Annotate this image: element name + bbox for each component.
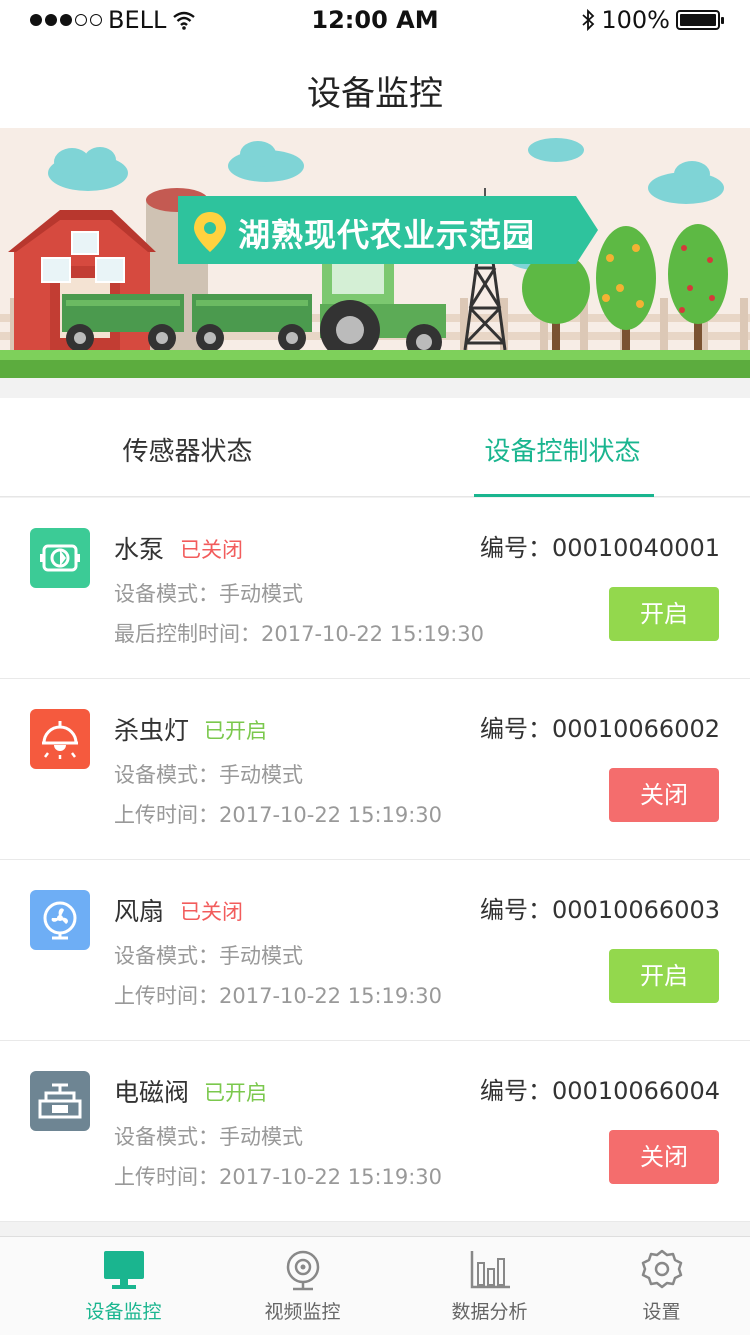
device-number: 编号：00010040001 xyxy=(480,534,720,562)
nav-bar: 设备监控 xyxy=(0,40,750,128)
device-mode: 设备模式：手动模式 xyxy=(114,582,303,606)
webcam-icon xyxy=(286,1250,319,1291)
device-card: 水泵 已关闭 编号：00010040001 设备模式：手动模式 最后控制时间：2… xyxy=(0,498,750,679)
battery-icon xyxy=(676,10,724,30)
valve-icon xyxy=(30,1071,90,1131)
device-name: 杀虫灯 xyxy=(114,716,190,745)
status-bar: BELL 12:00 AM 100% xyxy=(0,0,750,40)
bottom-tab-bar: 设备监控 视频监控 数据分析 设置 xyxy=(0,1236,750,1335)
device-name: 水泵 xyxy=(114,535,165,564)
turn-on-button[interactable]: 开启 xyxy=(609,587,719,641)
battery-percent: 100% xyxy=(601,6,670,34)
tabbar-label: 设置 xyxy=(642,1301,681,1323)
park-name: 湖熟现代农业示范园 xyxy=(238,216,536,254)
monitor-icon xyxy=(103,1251,144,1289)
water-pump-icon xyxy=(30,528,90,588)
fan-icon xyxy=(30,890,90,950)
tab-device-control-status[interactable]: 设备控制状态 xyxy=(375,398,750,496)
segment-tabs: 传感器状态 设备控制状态 xyxy=(0,398,750,497)
device-status: 已关闭 xyxy=(180,538,243,562)
active-tab-indicator xyxy=(474,494,654,497)
device-status: 已开启 xyxy=(204,1081,267,1105)
tabbar-item-device-monitor[interactable]: 设备监控 xyxy=(30,1237,217,1335)
page-title: 设备监控 xyxy=(307,74,443,114)
farm-banner: 湖熟现代农业示范园 xyxy=(0,128,750,378)
device-time: 上传时间：2017-10-22 15:19:30 xyxy=(114,803,443,827)
tabbar-label: 设备监控 xyxy=(85,1301,162,1323)
device-time: 上传时间：2017-10-22 15:19:30 xyxy=(114,984,443,1008)
device-card: 风扇 已关闭 编号：00010066003 设备模式：手动模式 上传时间：201… xyxy=(0,860,750,1041)
turn-off-button[interactable]: 关闭 xyxy=(609,768,719,822)
device-time: 最后控制时间：2017-10-22 15:19:30 xyxy=(114,622,485,646)
device-time: 上传时间：2017-10-22 15:19:30 xyxy=(114,1165,443,1189)
bluetooth-icon xyxy=(582,8,595,32)
device-number: 编号：00010066002 xyxy=(480,715,720,743)
tabbar-label: 数据分析 xyxy=(451,1301,528,1323)
bug-lamp-icon xyxy=(30,709,90,769)
turn-off-button[interactable]: 关闭 xyxy=(609,1130,719,1184)
tab-sensor-status[interactable]: 传感器状态 xyxy=(0,398,375,496)
device-status: 已开启 xyxy=(204,719,267,743)
device-status: 已关闭 xyxy=(180,900,243,924)
tabbar-item-data-analysis[interactable]: 数据分析 xyxy=(396,1237,583,1335)
device-mode: 设备模式：手动模式 xyxy=(114,763,303,787)
device-mode: 设备模式：手动模式 xyxy=(114,944,303,968)
tabbar-item-settings[interactable]: 设置 xyxy=(568,1237,750,1335)
tabbar-item-video-monitor[interactable]: 视频监控 xyxy=(209,1237,396,1335)
device-card: 杀虫灯 已开启 编号：00010066002 设备模式：手动模式 上传时间：20… xyxy=(0,679,750,860)
battery-area: 100% xyxy=(581,6,724,34)
gear-icon xyxy=(641,1249,682,1289)
park-name-label: 湖熟现代农业示范园 xyxy=(178,196,598,264)
turn-on-button[interactable]: 开启 xyxy=(609,949,719,1003)
device-name: 电磁阀 xyxy=(114,1078,190,1107)
device-name: 风扇 xyxy=(114,897,165,926)
tabbar-label: 视频监控 xyxy=(264,1301,341,1323)
device-mode: 设备模式：手动模式 xyxy=(114,1125,303,1149)
device-number: 编号：00010066003 xyxy=(480,896,720,924)
device-number: 编号：00010066004 xyxy=(480,1077,720,1105)
device-card: 电磁阀 已开启 编号：00010066004 设备模式：手动模式 上传时间：20… xyxy=(0,1041,750,1222)
bar-chart-icon xyxy=(470,1251,510,1289)
